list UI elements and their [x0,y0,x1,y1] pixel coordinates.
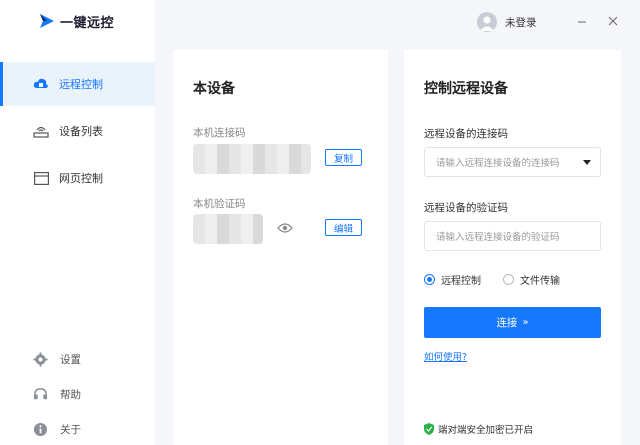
this-device-panel: 本设备 本机连接码 复制 本机验证码 编辑 [173,50,388,445]
about-button[interactable]: 关于 [33,420,81,438]
settings-label: 设置 [60,353,81,366]
radio-label: 远程控制 [441,276,481,287]
sidebar: 一键远控 远程控制 设备列表 网页控制 设置 帮助 关于 [0,0,155,445]
radio-dot [503,274,514,285]
local-verify-label: 本机验证码 [193,198,246,210]
secure-status: 端对端安全加密已开启 [424,422,533,436]
radio-remote-control[interactable]: 远程控制 [424,272,481,287]
this-device-title: 本设备 [193,81,235,97]
close-button[interactable] [606,14,620,28]
remote-verify-placeholder: 请输入远程连接设备的验证码 [436,232,560,243]
user-name: 未登录 [505,16,537,29]
sidebar-item-label: 网页控制 [59,172,103,185]
radio-label: 文件传输 [520,276,560,287]
radio-file-transfer[interactable]: 文件传输 [503,272,560,287]
app-name: 一键远控 [60,15,115,31]
edit-button[interactable]: 编辑 [325,219,363,236]
sidebar-item-device-list[interactable]: 设备列表 [0,109,155,153]
local-code-value [193,144,311,174]
user-login[interactable]: 未登录 [477,12,537,32]
remote-control-panel: 控制远程设备 远程设备的连接码 请输入远程连接设备的连接码 远程设备的验证码 请… [404,50,621,445]
chevron-down-icon[interactable] [583,160,591,165]
title-bar: 未登录 [155,0,640,44]
how-to-use-link[interactable]: 如何使用? [424,349,467,363]
logo-play-icon [40,14,54,28]
settings-button[interactable]: 设置 [33,350,81,368]
remote-verify-label: 远程设备的验证码 [424,202,508,214]
sidebar-item-remote-control[interactable]: 远程控制 [0,62,155,106]
remote-code-placeholder: 请输入远程连接设备的连接码 [436,158,560,169]
remote-title: 控制远程设备 [424,81,508,97]
double-chevron-right-icon: » [522,317,529,328]
sidebar-item-web-control[interactable]: 网页控制 [0,156,155,200]
eye-icon[interactable] [277,222,293,234]
remote-code-input[interactable]: 请输入远程连接设备的连接码 [424,147,601,177]
connect-button[interactable]: 连接 » [424,307,601,338]
device-list-icon [33,123,49,139]
info-icon [33,422,48,436]
sidebar-item-label: 设备列表 [59,125,103,138]
browser-window-icon [33,170,49,186]
connect-label: 连接 [496,317,518,329]
help-label: 帮助 [60,388,81,401]
about-label: 关于 [60,423,81,436]
secure-label: 端对端安全加密已开启 [438,425,534,436]
radio-dot [424,274,435,285]
headset-icon [33,387,48,399]
avatar [477,12,497,32]
gear-icon [33,351,48,367]
shield-check-icon [424,423,434,435]
cloud-remote-icon [33,76,49,92]
mode-radio-group: 远程控制 文件传输 [424,272,582,287]
remote-verify-input[interactable]: 请输入远程连接设备的验证码 [424,221,601,251]
minimize-button[interactable] [575,14,589,28]
local-code-label: 本机连接码 [193,127,246,139]
sidebar-item-label: 远程控制 [59,78,103,91]
help-button[interactable]: 帮助 [33,385,81,403]
remote-code-label: 远程设备的连接码 [424,128,508,140]
app-logo: 一键远控 [38,12,115,31]
local-verify-value [193,214,263,244]
minimize-icon [578,21,586,23]
close-icon [608,16,618,26]
copy-button[interactable]: 复制 [325,149,363,166]
